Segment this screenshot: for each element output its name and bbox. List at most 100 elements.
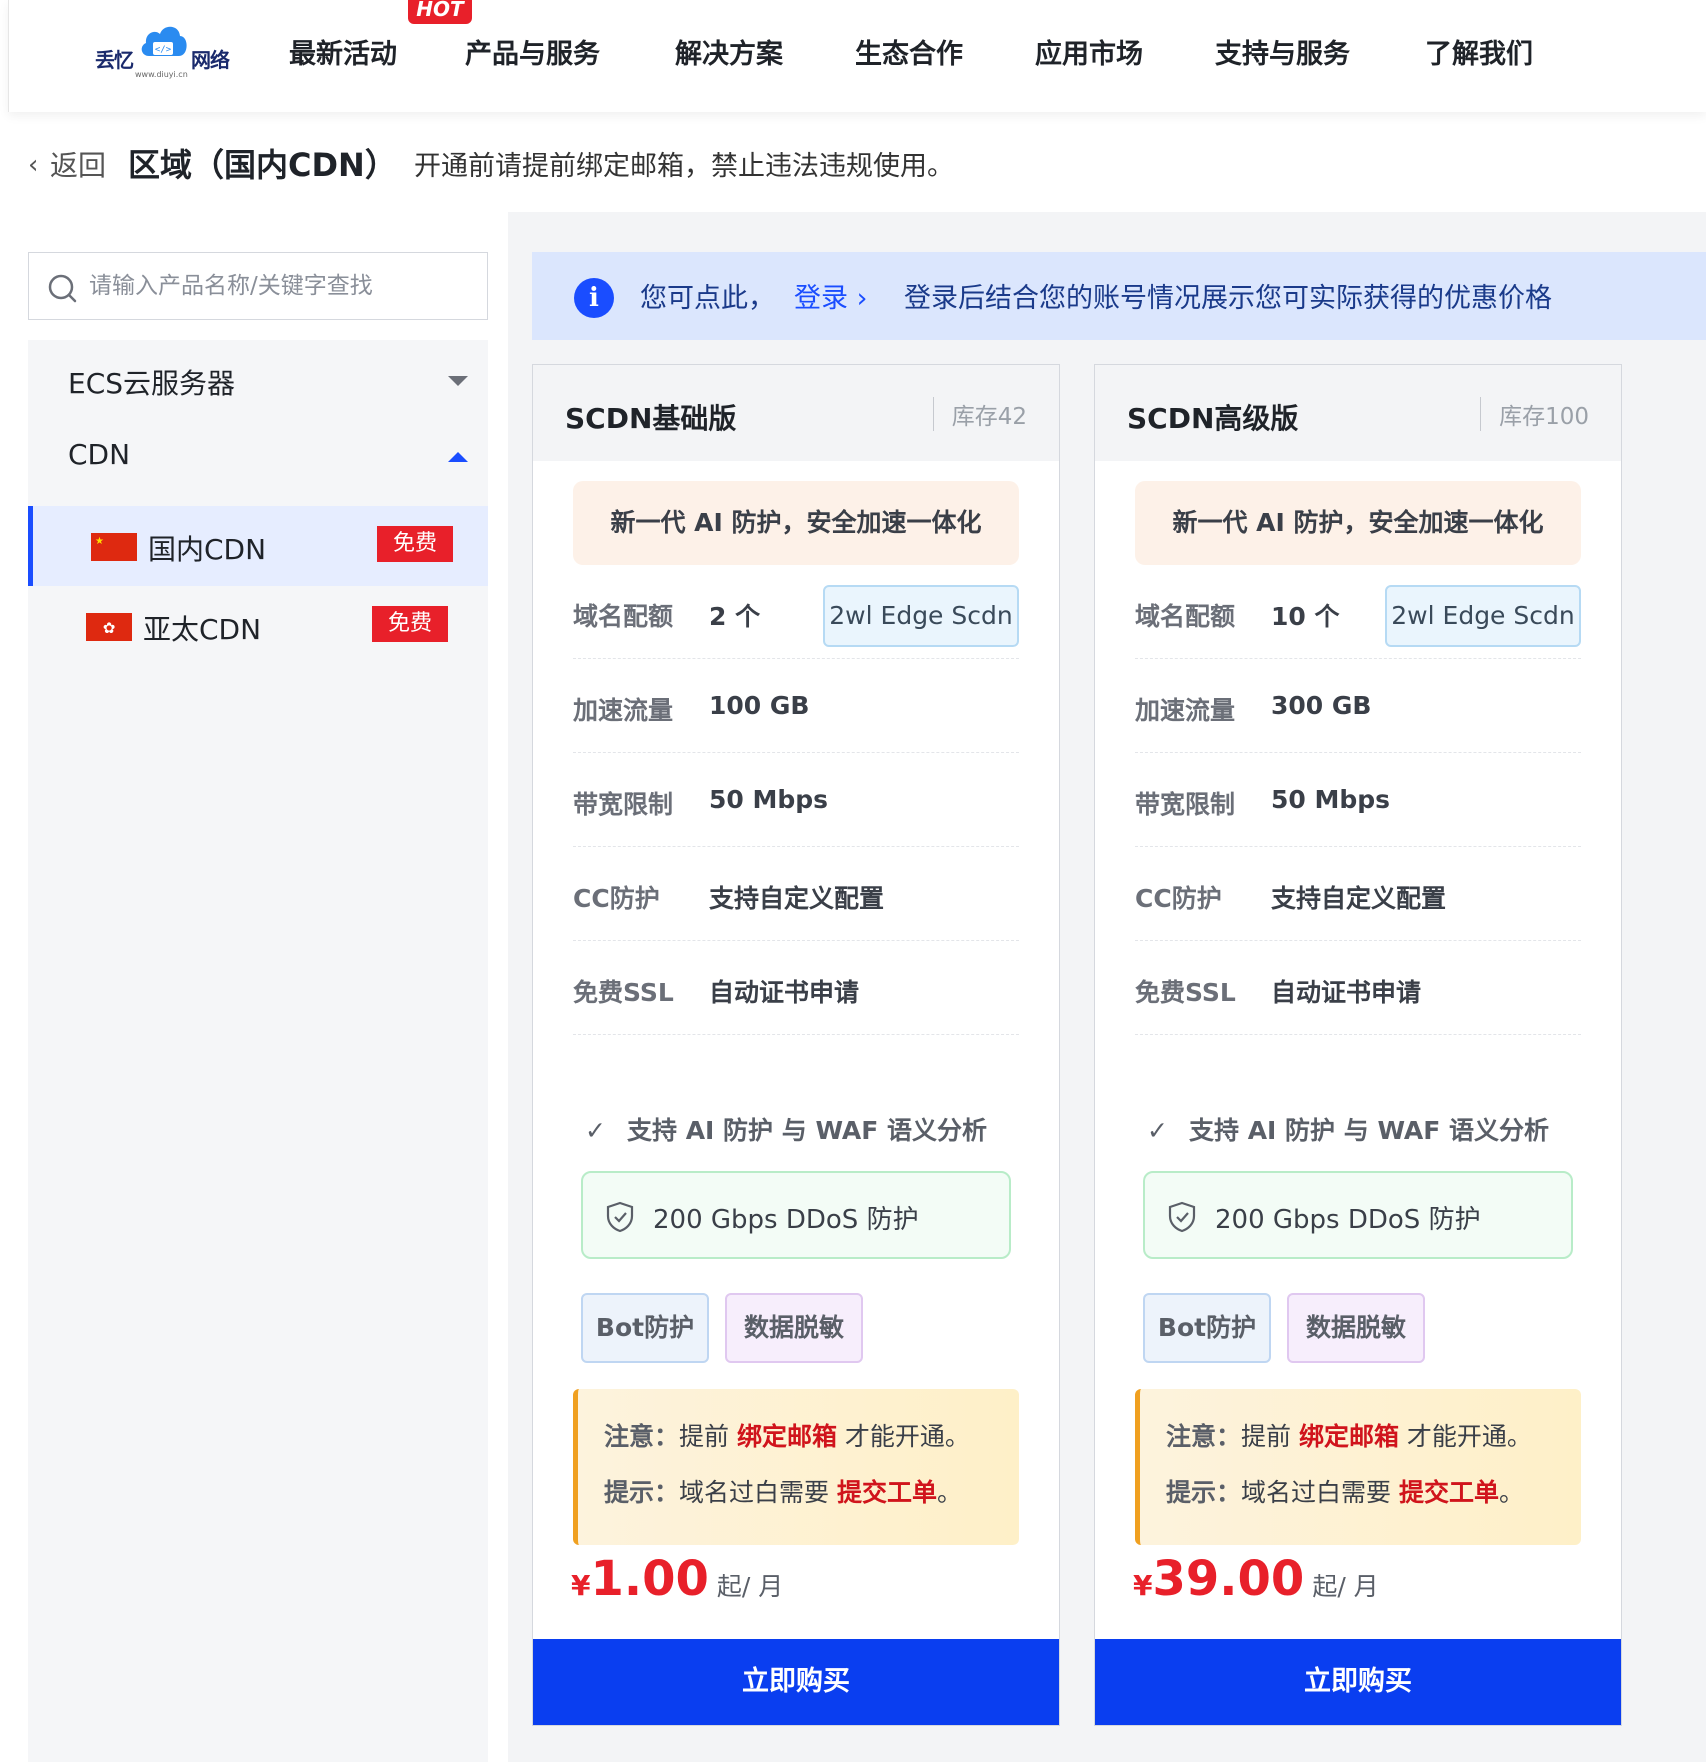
- tip-label: 提示：: [604, 1478, 680, 1507]
- caret-up-icon[interactable]: [448, 452, 468, 462]
- card-header: SCDN基础版 库存42: [533, 365, 1059, 461]
- nav-item-products[interactable]: 产品与服务: [465, 32, 600, 71]
- price-currency: ¥: [1133, 1569, 1153, 1602]
- ddos-text: 200 Gbps DDoS 防护: [653, 1205, 919, 1235]
- hot-badge: HOT: [408, 0, 472, 24]
- back-chevron-icon[interactable]: ‹: [28, 150, 38, 180]
- brand-name-left: 丢忆: [95, 48, 134, 72]
- tip-text: 才能开通。: [1398, 1422, 1532, 1451]
- tip-text: 域名过白需要: [1241, 1478, 1399, 1507]
- feature-line: ✓ 支持 AI 防护 与 WAF 语义分析: [585, 1111, 987, 1147]
- brand-logo[interactable]: </> 丢忆 网络 www.diuyi.cn: [87, 18, 237, 84]
- nav-item-app-market[interactable]: 应用市场: [1035, 32, 1143, 71]
- spec-value: 50 Mbps: [1271, 785, 1391, 814]
- bot-protection-chip: Bot防护: [581, 1293, 709, 1363]
- tip-line-notice: 注意：提前 绑定邮箱 才能开通。: [604, 1417, 970, 1453]
- nav-item-latest-events[interactable]: 最新活动: [289, 32, 397, 71]
- tip-text: 。: [1498, 1478, 1524, 1507]
- spec-row-bandwidth: 带宽限制 50 Mbps: [573, 753, 1019, 847]
- feature-text: 支持 AI 防护 与 WAF 语义分析: [1189, 1116, 1550, 1145]
- edge-tag: 2wl Edge Scdn: [823, 585, 1019, 647]
- tip-highlight: 提交工单: [1398, 1478, 1499, 1507]
- sidebar-item-apac-cdn[interactable]: ✿ 亚太CDN 免费: [28, 586, 488, 666]
- page-title: 区域（国内CDN）: [128, 146, 397, 184]
- spec-row-domain-quota: 域名配额 2 个 2wl Edge Scdn: [573, 565, 1019, 659]
- nav-item-about[interactable]: 了解我们: [1425, 32, 1533, 71]
- spec-row-cc-protection: CC防护 支持自定义配置: [1135, 847, 1581, 941]
- spec-value: 支持自定义配置: [1271, 884, 1447, 913]
- buy-now-button[interactable]: 立即购买: [533, 1639, 1059, 1725]
- spec-key: 加速流量: [1135, 696, 1236, 725]
- ddos-text: 200 Gbps DDoS 防护: [1215, 1205, 1481, 1235]
- sidebar-group-ecs[interactable]: ECS云服务器: [68, 362, 235, 402]
- price-currency: ¥: [571, 1569, 591, 1602]
- tip-text: 域名过白需要: [679, 1478, 837, 1507]
- spec-value: 2 个: [709, 602, 761, 631]
- cn-flag-icon: ★: [91, 533, 137, 561]
- bot-protection-chip: Bot防护: [1143, 1293, 1271, 1363]
- sidebar-item-domestic-cdn[interactable]: ★ 国内CDN 免费: [28, 506, 488, 586]
- top-navbar: </> 丢忆 网络 www.diuyi.cn 最新活动 HOT 产品与服务 解决…: [8, 0, 1706, 112]
- spec-row-domain-quota: 域名配额 10 个 2wl Edge Scdn: [1135, 565, 1581, 659]
- caret-down-icon[interactable]: [448, 376, 468, 386]
- tip-box: 注意：提前 绑定邮箱 才能开通。 提示：域名过白需要 提交工单。: [1135, 1389, 1581, 1545]
- ddos-box: 200 Gbps DDoS 防护: [581, 1171, 1011, 1259]
- svg-text:✿: ✿: [103, 619, 116, 637]
- nav-item-solutions[interactable]: 解决方案: [675, 32, 783, 71]
- spec-value: 自动证书申请: [1271, 978, 1422, 1007]
- shield-icon: [606, 1201, 634, 1233]
- buy-now-button[interactable]: 立即购买: [1095, 1639, 1621, 1725]
- stock-label: 库存42: [932, 397, 1027, 431]
- notice-text: 您可点此，: [640, 283, 775, 314]
- spec-key: 加速流量: [573, 696, 674, 725]
- spec-row-traffic: 加速流量 100 GB: [573, 659, 1019, 753]
- tip-text: 提前: [679, 1422, 737, 1451]
- product-search: [28, 252, 488, 320]
- tip-text: 提前: [1241, 1422, 1299, 1451]
- spec-row-cc-protection: CC防护 支持自定义配置: [573, 847, 1019, 941]
- check-icon: ✓: [585, 1116, 606, 1145]
- nav-item-support[interactable]: 支持与服务: [1215, 32, 1350, 71]
- sidebar-group-cdn[interactable]: CDN: [68, 438, 130, 471]
- tip-highlight: 绑定邮箱: [736, 1422, 837, 1451]
- svg-text:★: ★: [95, 536, 104, 547]
- spec-value: 自动证书申请: [709, 978, 860, 1007]
- brand-name-right: 网络: [191, 48, 230, 72]
- product-card-advanced: SCDN高级版 库存100 新一代 AI 防护，安全加速一体化 域名配额 10 …: [1094, 364, 1622, 1726]
- spec-row-ssl: 免费SSL 自动证书申请: [573, 941, 1019, 1035]
- check-icon: ✓: [1147, 1116, 1168, 1145]
- tip-text: 才能开通。: [836, 1422, 970, 1451]
- back-link[interactable]: 返回: [50, 144, 106, 184]
- product-card-basic: SCDN基础版 库存42 新一代 AI 防护，安全加速一体化 域名配额 2 个 …: [532, 364, 1060, 1726]
- spec-value: 支持自定义配置: [709, 884, 885, 913]
- tip-label: 注意：: [604, 1422, 680, 1451]
- notice-detail: 登录后结合您的账号情况展示您可实际获得的优惠价格: [904, 283, 1552, 314]
- edge-tag: 2wl Edge Scdn: [1385, 585, 1581, 647]
- tip-line-notice: 注意：提前 绑定邮箱 才能开通。: [1166, 1417, 1532, 1453]
- tip-line-hint: 提示：域名过白需要 提交工单。: [604, 1473, 962, 1509]
- spec-value: 10 个: [1271, 602, 1340, 631]
- hk-flag-icon: ✿: [86, 613, 132, 641]
- tip-label: 注意：: [1166, 1422, 1242, 1451]
- spec-value: 50 Mbps: [709, 785, 829, 814]
- card-slogan: 新一代 AI 防护，安全加速一体化: [573, 481, 1019, 565]
- tip-text: 。: [936, 1478, 962, 1507]
- tip-highlight: 提交工单: [836, 1478, 937, 1507]
- sidebar-item-label: 亚太CDN: [143, 613, 262, 646]
- price-unit: 起/ 月: [716, 1572, 784, 1601]
- spec-value: 100 GB: [709, 691, 810, 720]
- page-note: 开通前请提前绑定邮箱，禁止违法违规使用。: [414, 151, 954, 182]
- nav-item-ecosystem[interactable]: 生态合作: [855, 32, 963, 71]
- data-masking-chip: 数据脱敏: [1287, 1293, 1425, 1363]
- spec-key: 带宽限制: [1135, 790, 1236, 819]
- brand-domain: www.diuyi.cn: [135, 70, 188, 79]
- price: ¥1.00 起/ 月: [571, 1551, 783, 1607]
- card-title: SCDN高级版: [1127, 402, 1299, 435]
- price-amount: 39.00: [1152, 1551, 1305, 1607]
- spec-row-ssl: 免费SSL 自动证书申请: [1135, 941, 1581, 1035]
- sidebar-item-label: 国内CDN: [148, 533, 267, 566]
- search-input[interactable]: [89, 265, 469, 307]
- login-link[interactable]: 登录 ›: [794, 276, 867, 315]
- login-notice: i 您可点此， 登录 › 登录后结合您的账号情况展示您可实际获得的优惠价格: [532, 252, 1706, 340]
- spec-key: 带宽限制: [573, 790, 674, 819]
